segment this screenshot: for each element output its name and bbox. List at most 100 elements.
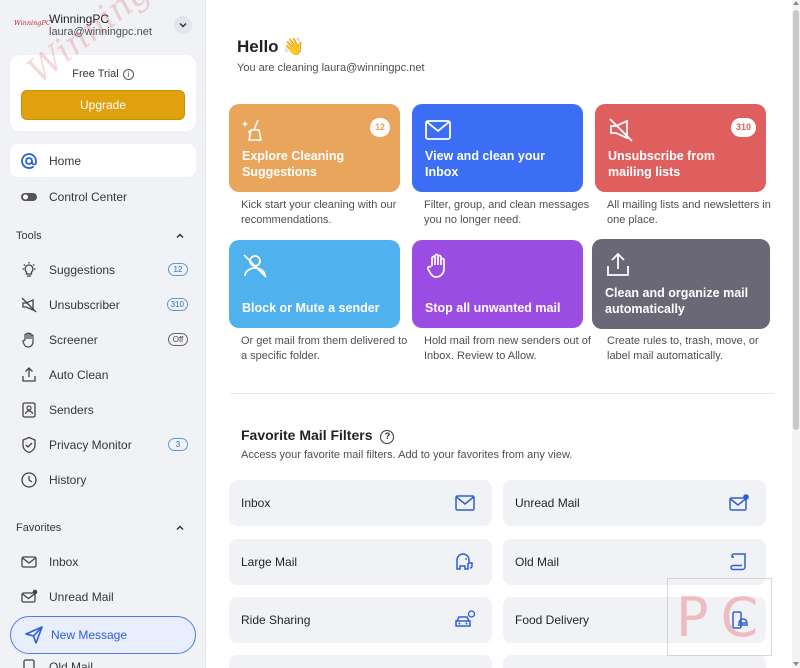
envelope-icon bbox=[20, 553, 38, 571]
card-view-inbox[interactable]: View and clean your Inbox bbox=[412, 104, 583, 192]
hand-icon bbox=[427, 253, 445, 278]
main-content: Hello 👋 You are cleaning laura@winningpc… bbox=[207, 0, 792, 668]
card-description: Create rules to, trash, move, or label m… bbox=[607, 335, 759, 362]
trial-card: Free Trial i Upgrade bbox=[10, 55, 196, 131]
filter-label: Ride Sharing bbox=[241, 613, 311, 627]
scrollbar-thumb[interactable] bbox=[793, 10, 799, 430]
filter-label: Old Mail bbox=[515, 555, 560, 569]
favorites-section-header[interactable]: Favorites bbox=[16, 522, 192, 534]
card-title: Stop all unwanted mail bbox=[425, 301, 561, 315]
sidebar-item-label: Senders bbox=[49, 402, 94, 417]
favorites-subtitle: Access your favorite mail filters. Add t… bbox=[241, 449, 573, 461]
sidebar-item-label: Unread Mail bbox=[49, 589, 114, 604]
sidebar-item-label: Screener bbox=[49, 332, 98, 347]
sidebar-item-privacy-monitor[interactable]: Privacy Monitor 3 bbox=[10, 428, 196, 461]
vertical-scrollbar[interactable] bbox=[792, 0, 800, 668]
sidebar-item-label: Privacy Monitor bbox=[49, 437, 132, 452]
sidebar-item-home[interactable]: Home bbox=[10, 144, 196, 177]
sidebar-item-control-center[interactable]: Control Center bbox=[10, 180, 196, 213]
card-title: Block or Mute a sender bbox=[242, 301, 380, 315]
chevron-down-icon[interactable] bbox=[174, 16, 192, 34]
filter-inbox[interactable]: Inbox bbox=[229, 480, 492, 526]
card-description: Filter, group, and clean messages you no… bbox=[424, 199, 590, 226]
upgrade-button[interactable]: Upgrade bbox=[21, 90, 185, 120]
sidebar-item-label: Control Center bbox=[49, 189, 128, 204]
sidebar-item-label: Unsubscriber bbox=[49, 297, 120, 312]
account-name: WinningPC bbox=[49, 12, 110, 26]
count-badge: 310 bbox=[730, 118, 756, 137]
chevron-up-icon[interactable] bbox=[172, 520, 188, 536]
count-badge: 3 bbox=[168, 438, 188, 451]
elephant-icon bbox=[456, 553, 473, 570]
count-badge: 12 bbox=[369, 118, 390, 137]
send-icon bbox=[23, 624, 45, 646]
food-delivery-icon bbox=[732, 611, 748, 629]
scroll-icon bbox=[20, 658, 38, 668]
sidebar-item-label: Home bbox=[49, 153, 82, 168]
shield-check-icon bbox=[20, 436, 38, 454]
sidebar: WinningPC WinningPC laura@winningpc.net … bbox=[0, 0, 206, 668]
card-title: Explore Cleaning Suggestions bbox=[242, 149, 345, 179]
megaphone-off-icon bbox=[609, 118, 633, 142]
filter-label: Large Mail bbox=[241, 555, 298, 569]
account-switcher[interactable]: WinningPC WinningPC laura@winningpc.net bbox=[14, 10, 194, 42]
page-subtitle: You are cleaning laura@winningpc.net bbox=[237, 62, 425, 74]
toggle-icon bbox=[20, 188, 38, 206]
filter-label: Food Delivery bbox=[515, 613, 590, 627]
page-title: Hello 👋 bbox=[237, 37, 305, 56]
inbox-icon bbox=[425, 120, 451, 140]
account-email: laura@winningpc.net bbox=[49, 26, 152, 38]
unread-mail-icon bbox=[729, 494, 749, 511]
tools-section-header[interactable]: Tools bbox=[16, 230, 192, 242]
sidebar-item-unread-mail[interactable]: Unread Mail bbox=[10, 580, 196, 613]
sidebar-item-label: Auto Clean bbox=[49, 367, 109, 382]
status-badge: Off bbox=[168, 333, 188, 346]
card-unsubscribe[interactable]: 310 Unsubscribe from mailing lists bbox=[595, 104, 766, 192]
unread-mail-icon bbox=[20, 588, 38, 606]
car-icon bbox=[455, 610, 476, 627]
sidebar-item-screener[interactable]: Screener Off bbox=[10, 323, 196, 356]
scroll-up-arrow[interactable] bbox=[793, 1, 799, 5]
lightbulb-icon bbox=[20, 261, 38, 279]
scroll-down-arrow[interactable] bbox=[793, 662, 799, 666]
sidebar-item-senders[interactable]: Senders bbox=[10, 393, 196, 426]
person-off-icon bbox=[243, 254, 267, 278]
filter-old-mail[interactable]: Old Mail bbox=[503, 539, 766, 585]
inbox-icon bbox=[455, 495, 475, 511]
filter-label: Inbox bbox=[241, 496, 271, 510]
sidebar-item-history[interactable]: History bbox=[10, 463, 196, 496]
card-title: View and clean your Inbox bbox=[425, 149, 545, 179]
card-stop-unwanted[interactable]: Stop all unwanted mail bbox=[412, 240, 583, 328]
hand-icon bbox=[20, 331, 38, 349]
count-badge: 310 bbox=[166, 298, 188, 311]
filter-food-delivery[interactable]: Food Delivery bbox=[503, 597, 766, 643]
auto-clean-icon bbox=[20, 366, 38, 384]
sidebar-item-suggestions[interactable]: Suggestions 12 bbox=[10, 253, 196, 286]
clock-icon bbox=[20, 471, 38, 489]
sidebar-item-label: History bbox=[49, 472, 87, 487]
filter-ride-sharing[interactable]: Ride Sharing bbox=[229, 597, 492, 643]
card-title: Clean and organize mail automatically bbox=[605, 286, 749, 316]
filter-label: Unread Mail bbox=[515, 496, 580, 510]
card-block-sender[interactable]: Block or Mute a sender bbox=[229, 240, 400, 328]
sidebar-item-auto-clean[interactable]: Auto Clean bbox=[10, 358, 196, 391]
help-icon[interactable]: ? bbox=[380, 430, 395, 444]
filter-more[interactable] bbox=[503, 655, 766, 668]
new-message-button[interactable]: New Message bbox=[10, 616, 196, 654]
at-sign-icon bbox=[20, 152, 38, 170]
filter-unread-mail[interactable]: Unread Mail bbox=[503, 480, 766, 526]
sidebar-item-unsubscriber[interactable]: Unsubscriber 310 bbox=[10, 288, 196, 321]
filter-large-mail[interactable]: Large Mail bbox=[229, 539, 492, 585]
sidebar-item-inbox[interactable]: Inbox bbox=[10, 545, 196, 578]
broom-sparkle-icon bbox=[242, 119, 262, 141]
megaphone-off-icon bbox=[20, 296, 38, 314]
scroll-icon bbox=[730, 553, 746, 571]
card-explore-suggestions[interactable]: 12 Explore Cleaning Suggestions bbox=[229, 104, 400, 192]
info-icon[interactable]: i bbox=[122, 68, 134, 80]
sidebar-item-label: Inbox bbox=[49, 554, 79, 569]
card-description: Or get mail from them delivered to a spe… bbox=[241, 335, 408, 362]
brand-logo: WinningPC bbox=[14, 19, 51, 27]
filter-more[interactable] bbox=[229, 655, 492, 668]
card-auto-organize[interactable]: Clean and organize mail automatically bbox=[592, 239, 770, 329]
chevron-up-icon[interactable] bbox=[172, 228, 188, 244]
